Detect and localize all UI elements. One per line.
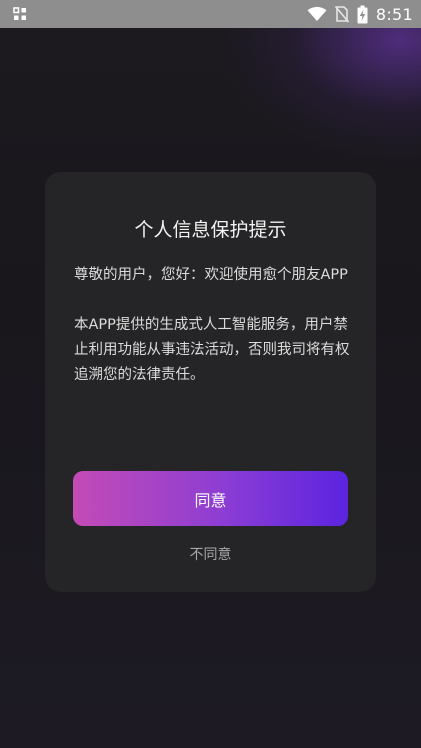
- dialog-body: 尊敬的用户，您好：欢迎使用愈个朋友APP 本APP提供的生成式人工智能服务，用户…: [74, 263, 352, 388]
- notice-text: 本APP提供的生成式人工智能服务，用户禁止利用功能从事违法活动，否则我司将有权追…: [74, 317, 350, 383]
- agree-button[interactable]: 同意: [73, 471, 348, 526]
- status-time: 8:51: [375, 4, 413, 24]
- battery-charging-icon: [357, 5, 368, 23]
- notification-grid-icon: [13, 7, 26, 20]
- status-bar: 8:51: [0, 0, 421, 28]
- dialog-title: 个人信息保护提示: [134, 219, 287, 241]
- no-sim-icon: [334, 5, 349, 23]
- privacy-dialog: 个人信息保护提示 尊敬的用户，您好：欢迎使用愈个朋友APP 本APP提供的生成式…: [45, 172, 376, 592]
- disagree-button[interactable]: 不同意: [45, 544, 376, 564]
- wifi-icon: [307, 6, 327, 21]
- greeting-text: 尊敬的用户，您好：欢迎使用愈个朋友APP: [74, 267, 348, 283]
